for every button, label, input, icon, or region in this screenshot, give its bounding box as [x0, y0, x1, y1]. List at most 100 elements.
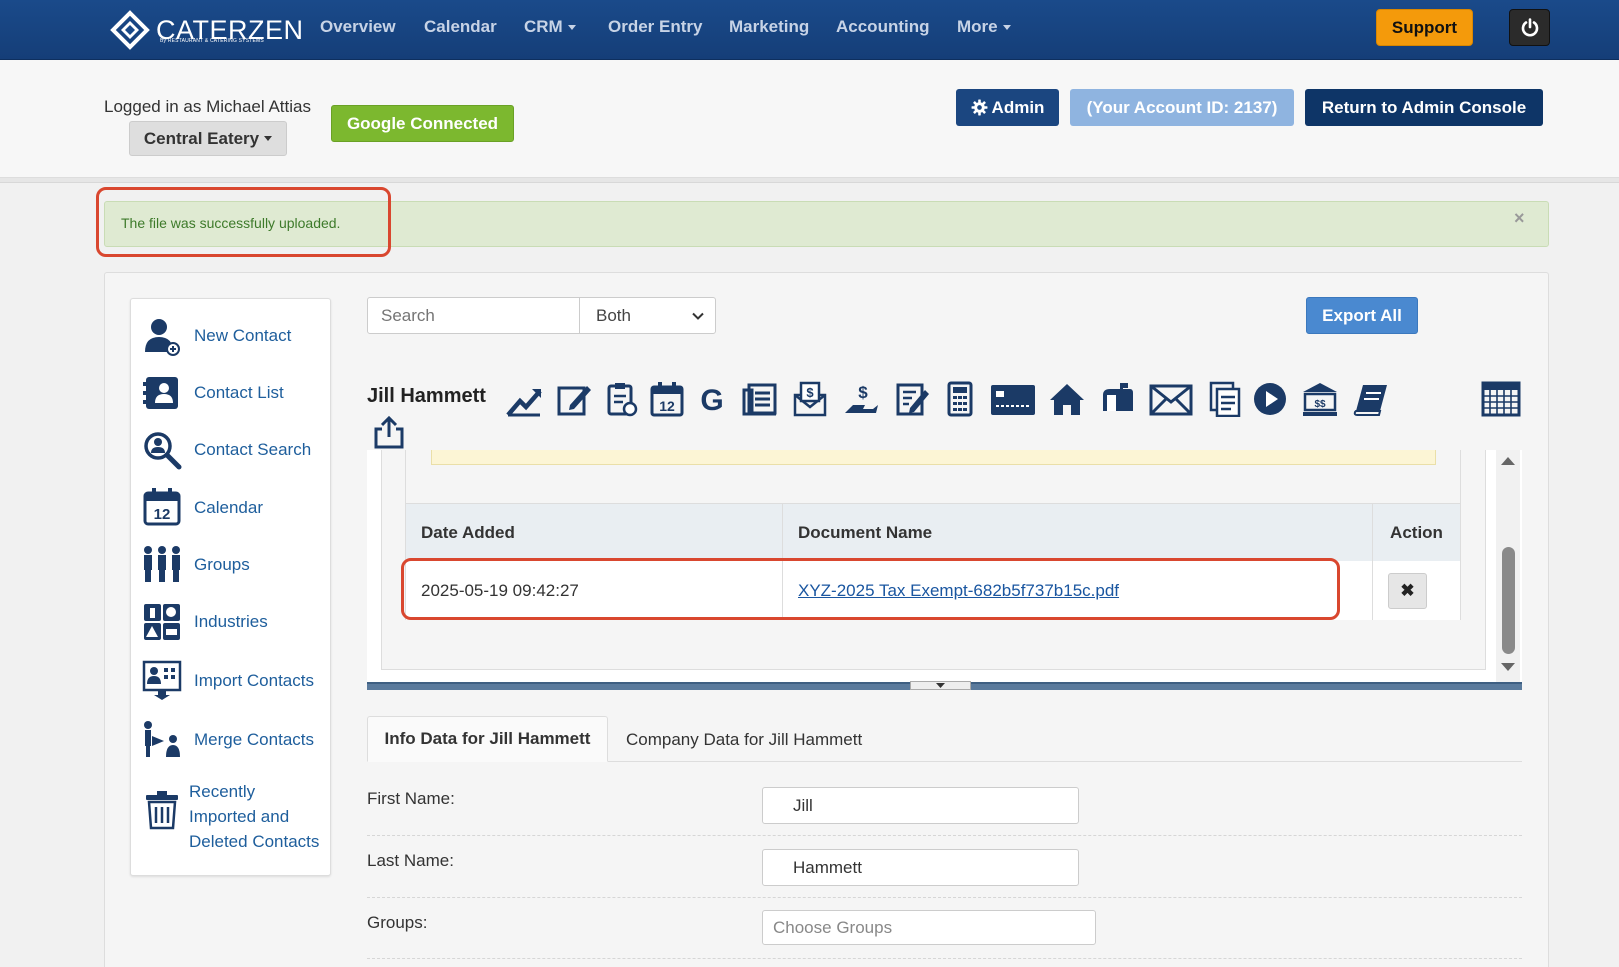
sidebar-item-contact-search[interactable]	[142, 430, 182, 470]
sidebar-label-recently-2[interactable]: Imported and	[189, 807, 289, 827]
trash-icon	[146, 791, 178, 830]
svg-text:12: 12	[659, 398, 675, 414]
groups-icon	[144, 546, 180, 582]
header-divider	[0, 178, 1619, 183]
groups-label: Groups:	[367, 913, 428, 932]
receipt-stack-icon[interactable]	[742, 381, 778, 417]
nav-more[interactable]: More	[957, 17, 1011, 37]
nav-calendar[interactable]: Calendar	[424, 17, 497, 37]
sidebar-label-recently-1[interactable]: Recently	[189, 782, 255, 802]
logo-mark-icon	[110, 10, 150, 50]
power-button[interactable]	[1509, 9, 1550, 46]
nav-accounting[interactable]: Accounting	[836, 17, 930, 37]
splitter-caret-icon	[936, 683, 945, 688]
caret-down-icon	[567, 25, 576, 31]
column-header-document: Document Name	[783, 504, 1373, 561]
nav-marketing[interactable]: Marketing	[729, 17, 809, 37]
svg-text:$$: $$	[1314, 399, 1326, 410]
chevron-down-icon	[692, 312, 704, 320]
first-name-label: First Name:	[367, 789, 455, 808]
svg-text:12: 12	[154, 506, 171, 523]
nav-more-label: More	[957, 17, 998, 36]
caterzen-logo[interactable]: CATERZEN By RESTAURANT & CATERING SYSTEM…	[110, 8, 304, 52]
scroll-up-icon[interactable]	[1500, 454, 1516, 466]
sidebar-label-new-contact[interactable]: New Contact	[194, 326, 291, 346]
location-dropdown[interactable]: Central Eatery	[129, 121, 287, 156]
sidebar-item-industries[interactable]	[142, 602, 182, 642]
sidebar-label-import-contacts[interactable]: Import Contacts	[194, 671, 314, 691]
return-to-admin-console-button[interactable]: Return to Admin Console	[1305, 89, 1543, 126]
admin-button[interactable]: Admin	[956, 89, 1059, 126]
mailbox-icon[interactable]	[1100, 381, 1136, 417]
nav-overview[interactable]: Overview	[320, 17, 396, 37]
column-header-date: Date Added	[406, 504, 783, 561]
documents-icon[interactable]	[1207, 381, 1243, 417]
groups-select[interactable]: Choose Groups	[762, 910, 1096, 945]
delete-document-button[interactable]: ✖	[1388, 573, 1427, 609]
last-name-field[interactable]	[762, 849, 1079, 886]
sidebar-label-calendar[interactable]: Calendar	[194, 498, 263, 518]
sidebar-item-merge-contacts[interactable]	[142, 719, 182, 759]
contact-name-heading: Jill Hammett	[367, 385, 486, 407]
search-input[interactable]	[367, 297, 580, 334]
support-button[interactable]: Support	[1376, 9, 1473, 46]
sidebar-item-recently-imported[interactable]	[142, 790, 182, 830]
sidebar-item-import-contacts[interactable]	[142, 660, 182, 700]
payment-hand-icon[interactable]: $	[843, 381, 879, 417]
calendar-day-icon[interactable]: 12	[649, 381, 685, 417]
edit-note-icon[interactable]	[556, 381, 592, 417]
highlight-box-alert	[96, 187, 391, 257]
play-circle-icon[interactable]	[1252, 381, 1288, 417]
book-icon[interactable]	[1353, 381, 1389, 417]
last-name-label: Last Name:	[367, 851, 454, 870]
first-name-field[interactable]	[762, 787, 1079, 824]
alert-close-icon[interactable]: ×	[1514, 208, 1525, 229]
share-upload-icon[interactable]	[372, 415, 406, 449]
account-id-button[interactable]: (Your Account ID: 2137)	[1070, 89, 1294, 126]
caret-down-icon	[1002, 25, 1011, 31]
tab-company-data[interactable]: Company Data for Jill Hammett	[626, 730, 862, 750]
sidebar-label-industries[interactable]: Industries	[194, 612, 268, 632]
power-icon	[1521, 17, 1538, 36]
google-icon[interactable]: G	[694, 381, 730, 417]
nav-crm-label: CRM	[524, 17, 563, 36]
splitter-handle[interactable]	[910, 681, 971, 690]
bank-icon[interactable]: $$	[1302, 381, 1338, 417]
tab-info-data[interactable]: Info Data for Jill Hammett	[367, 716, 608, 762]
sidebar-item-contact-list[interactable]	[142, 373, 182, 413]
new-contact-icon	[145, 319, 180, 356]
credit-card-icon[interactable]	[990, 383, 1036, 417]
form-divider	[367, 958, 1522, 959]
nav-crm[interactable]: CRM	[524, 17, 576, 37]
admin-label: Admin	[991, 97, 1045, 117]
sign-document-icon[interactable]	[894, 381, 930, 417]
money-envelope-icon[interactable]: $	[792, 381, 828, 417]
sidebar-label-contact-search[interactable]: Contact Search	[194, 440, 311, 460]
search-filter-select[interactable]: Both	[579, 297, 716, 334]
sidebar-item-new-contact[interactable]	[142, 316, 182, 356]
svg-text:$: $	[858, 383, 868, 402]
location-label: Central Eatery	[143, 128, 260, 148]
grid-table-icon[interactable]	[1481, 381, 1521, 417]
search-filter-value: Both	[596, 306, 631, 325]
chart-trend-icon[interactable]	[506, 381, 542, 417]
form-divider	[367, 897, 1522, 898]
sidebar-label-groups[interactable]: Groups	[194, 555, 250, 575]
sidebar-label-contact-list[interactable]: Contact List	[194, 383, 284, 403]
sidebar-item-groups[interactable]	[142, 544, 182, 584]
sidebar-label-recently-3[interactable]: Deleted Contacts	[189, 832, 319, 852]
column-header-action: Action	[1373, 504, 1460, 561]
sidebar-label-merge-contacts[interactable]: Merge Contacts	[194, 730, 314, 750]
calculator-icon[interactable]	[942, 381, 978, 417]
export-all-button[interactable]: Export All	[1306, 297, 1418, 334]
home-icon[interactable]	[1049, 381, 1085, 417]
logged-in-text: Logged in as Michael Attias	[104, 97, 311, 116]
scrollbar-thumb[interactable]	[1502, 547, 1515, 654]
google-connected-button[interactable]: Google Connected	[331, 105, 514, 142]
highlight-box-document	[401, 558, 1340, 620]
scroll-down-icon[interactable]	[1500, 662, 1516, 674]
envelope-icon[interactable]	[1149, 383, 1193, 417]
checklist-icon[interactable]	[603, 381, 639, 417]
sidebar-item-calendar[interactable]: 12	[142, 487, 182, 527]
nav-order-entry[interactable]: Order Entry	[608, 17, 702, 37]
